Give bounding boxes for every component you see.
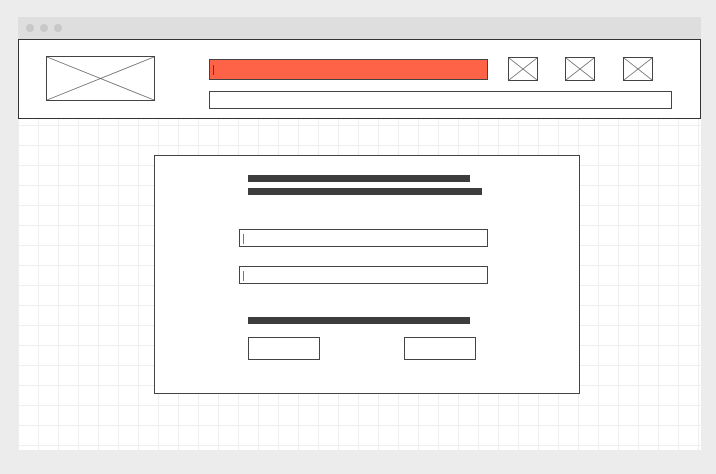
secondary-button[interactable]	[404, 337, 476, 360]
header-icon-3-image-placeholder-icon[interactable]	[623, 57, 653, 81]
browser-window	[18, 17, 701, 450]
heading-line-2	[248, 188, 482, 195]
text-caret	[213, 65, 214, 75]
address-input[interactable]	[209, 91, 672, 109]
text-field-1[interactable]	[239, 229, 488, 247]
primary-button[interactable]	[248, 337, 320, 360]
logo-image-placeholder-icon[interactable]	[46, 56, 155, 101]
footer-text-line	[248, 317, 470, 324]
text-caret	[243, 234, 244, 244]
close-window-icon[interactable]	[26, 24, 34, 32]
search-input[interactable]	[209, 59, 488, 80]
text-field-2[interactable]	[239, 266, 488, 284]
login-card	[154, 155, 580, 394]
minimize-window-icon[interactable]	[40, 24, 48, 32]
text-caret	[243, 271, 244, 281]
heading-line-1	[248, 175, 470, 182]
maximize-window-icon[interactable]	[54, 24, 62, 32]
site-header	[18, 39, 701, 119]
header-icon-2-image-placeholder-icon[interactable]	[565, 57, 595, 81]
header-icon-1-image-placeholder-icon[interactable]	[508, 57, 538, 81]
title-bar	[18, 17, 701, 39]
